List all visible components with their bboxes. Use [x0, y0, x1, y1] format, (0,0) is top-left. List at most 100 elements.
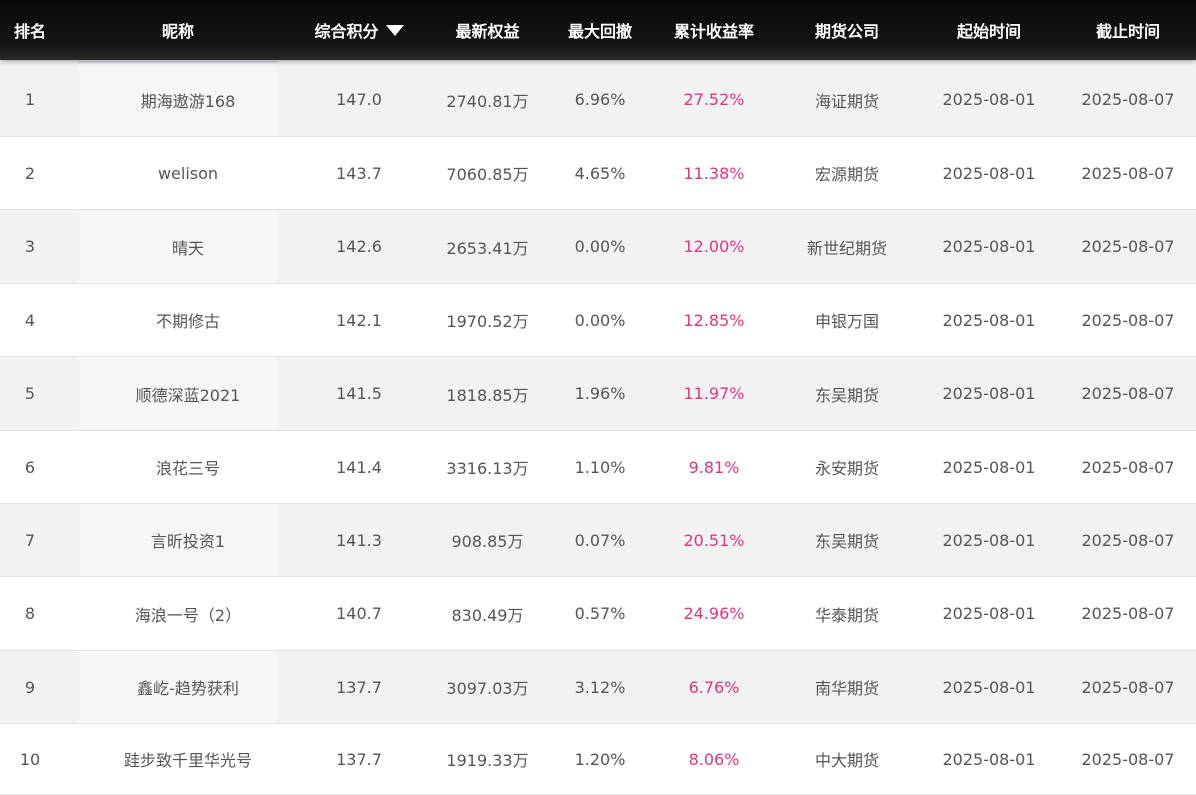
- table-row[interactable]: 5 顺德深蓝2021 141.5 1818.85万 1.96% 11.97% 东吴期货 202…: [0, 357, 1196, 431]
- header-company: 期货公司: [814, 22, 879, 41]
- cell-company: 南华期货: [814, 679, 879, 698]
- cell-equity: 3097.03万: [446, 679, 529, 698]
- cell-score: 141.5: [336, 384, 382, 403]
- cell-drawdown: 0.00%: [574, 237, 626, 256]
- cell-company: 东吴期货: [814, 532, 879, 551]
- caret-down-icon: [385, 24, 404, 36]
- cell-return: 20.51%: [683, 530, 745, 550]
- cell-return: 27.52%: [683, 90, 745, 109]
- cell-end: 2025-08-07: [1081, 530, 1175, 550]
- cell-start: 2025-08-01: [942, 237, 1036, 256]
- cell-nickname[interactable]: 海浪一号（2）: [78, 577, 298, 650]
- cell-start: 2025-08-01: [942, 604, 1036, 623]
- cell-start: 2025-08-01: [942, 530, 1036, 550]
- cell-score: 141.3: [336, 530, 382, 550]
- cell-return: 11.97%: [683, 384, 745, 403]
- cell-nickname[interactable]: 跬步致千里华光号: [78, 724, 298, 794]
- cell-company: 海证期货: [814, 91, 879, 111]
- cell-score: 142.1: [336, 310, 382, 330]
- cell-score: 137.7: [336, 677, 382, 697]
- table-header: 排名 昵称 综合积分 最新权益 最大回撤 累计收益率 期货公司 起始时间 截止时…: [0, 0, 1196, 60]
- cell-rank: 4: [24, 310, 36, 330]
- ranking-table: 排名 昵称 综合积分 最新权益 最大回撤 累计收益率 期货公司 起始时间 截止时…: [0, 0, 1196, 795]
- table-row[interactable]: 8 海浪一号（2） 140.7 830.49万 0.57% 24.96% 华泰期货 2025-…: [0, 577, 1196, 651]
- cell-score: 140.7: [336, 604, 382, 623]
- header-equity: 最新权益: [455, 22, 520, 41]
- table-row[interactable]: 6 浪花三号 141.4 3316.13万 1.10% 9.81% 永安期货 2025-08-…: [0, 431, 1196, 504]
- table-row[interactable]: 9 鑫屹-趋势获利 137.7 3097.03万 3.12% 6.76% 南华期货 2025-…: [0, 651, 1196, 724]
- header-score-sort[interactable]: 综合积分: [293, 0, 425, 60]
- cell-return: 11.38%: [683, 163, 745, 183]
- cell-drawdown: 0.07%: [574, 530, 626, 550]
- cell-score: 142.6: [336, 237, 382, 256]
- cell-score: 141.4: [336, 457, 382, 477]
- cell-end: 2025-08-07: [1081, 163, 1175, 183]
- cell-nickname[interactable]: 晴天: [78, 210, 298, 283]
- cell-start: 2025-08-01: [942, 384, 1036, 403]
- cell-rank: 10: [19, 749, 41, 769]
- header-end: 截止时间: [1095, 22, 1160, 41]
- header-score-label: 综合积分: [314, 22, 379, 41]
- cell-nickname[interactable]: welison: [78, 137, 298, 209]
- cell-equity: 1919.33万: [446, 751, 529, 770]
- cell-start: 2025-08-01: [942, 310, 1036, 330]
- cell-nickname[interactable]: 言昕投资1: [78, 504, 298, 576]
- cell-nickname[interactable]: 鑫屹-趋势获利: [78, 651, 298, 723]
- cell-end: 2025-08-07: [1081, 604, 1175, 623]
- cell-equity: 7060.85万: [446, 165, 529, 184]
- cell-drawdown: 1.10%: [574, 457, 626, 477]
- table-row[interactable]: 3 晴天 142.6 2653.41万 0.00% 12.00% 新世纪期货 2025-08-…: [0, 210, 1196, 284]
- cell-drawdown: 0.57%: [574, 604, 626, 623]
- cell-rank: 7: [24, 530, 36, 550]
- cell-company: 东吴期货: [814, 385, 879, 405]
- header-drawdown: 最大回撤: [567, 22, 632, 41]
- cell-equity: 1970.52万: [446, 312, 529, 331]
- header-return: 累计收益率: [673, 22, 754, 41]
- cell-rank: 1: [24, 90, 36, 109]
- cell-start: 2025-08-01: [942, 163, 1036, 183]
- cell-nickname[interactable]: 顺德深蓝2021: [78, 357, 298, 430]
- cell-drawdown: 4.65%: [574, 163, 626, 183]
- cell-company: 新世纪期货: [806, 238, 887, 258]
- cell-return: 12.85%: [683, 310, 745, 330]
- cell-drawdown: 0.00%: [574, 310, 626, 330]
- cell-end: 2025-08-07: [1081, 90, 1175, 109]
- cell-score: 137.7: [336, 749, 382, 769]
- cell-return: 24.96%: [683, 604, 745, 623]
- cell-drawdown: 1.20%: [574, 749, 626, 769]
- cell-end: 2025-08-07: [1081, 384, 1175, 403]
- cell-end: 2025-08-07: [1081, 237, 1175, 256]
- cell-end: 2025-08-07: [1081, 310, 1175, 330]
- cell-nickname[interactable]: 期海遨游168: [78, 63, 298, 136]
- table-row[interactable]: 4 不期修古 142.1 1970.52万 0.00% 12.85% 申银万国 2025-08…: [0, 284, 1196, 357]
- cell-equity: 830.49万: [451, 605, 524, 625]
- table-row[interactable]: 2 welison 143.7 7060.85万 4.65% 11.38% 宏源期货 2025…: [0, 137, 1196, 210]
- cell-company: 永安期货: [814, 459, 879, 478]
- cell-end: 2025-08-07: [1081, 457, 1175, 477]
- cell-drawdown: 6.96%: [574, 90, 626, 109]
- cell-rank: 5: [24, 384, 36, 403]
- cell-return: 6.76%: [688, 677, 740, 697]
- cell-equity: 3316.13万: [446, 459, 529, 478]
- cell-end: 2025-08-07: [1081, 677, 1175, 697]
- table-row[interactable]: 1 期海遨游168 147.0 2740.81万 6.96% 27.52% 海证期货 2025…: [0, 63, 1196, 137]
- table-row[interactable]: 7 言昕投资1 141.3 908.85万 0.07% 20.51% 东吴期货 2025-08…: [0, 504, 1196, 577]
- header-start: 起始时间: [956, 22, 1021, 41]
- cell-drawdown: 3.12%: [574, 677, 626, 697]
- header-rank: 排名: [13, 22, 46, 41]
- cell-return: 12.00%: [683, 237, 745, 256]
- cell-nickname[interactable]: 浪花三号: [78, 431, 298, 503]
- cell-drawdown: 1.96%: [574, 384, 626, 403]
- cell-return: 9.81%: [688, 457, 740, 477]
- cell-start: 2025-08-01: [942, 457, 1036, 477]
- cell-company: 华泰期货: [814, 605, 879, 625]
- cell-nickname[interactable]: 不期修古: [78, 284, 298, 356]
- cell-equity: 908.85万: [451, 532, 524, 551]
- table-row[interactable]: 10 跬步致千里华光号 137.7 1919.33万 1.20% 8.06% 中大期货 202…: [0, 724, 1196, 795]
- header-nickname: 昵称: [161, 22, 194, 41]
- cell-score: 147.0: [336, 90, 382, 109]
- cell-rank: 3: [24, 237, 36, 256]
- cell-end: 2025-08-07: [1081, 749, 1175, 769]
- cell-company: 宏源期货: [814, 165, 879, 184]
- cell-equity: 2653.41万: [446, 238, 529, 258]
